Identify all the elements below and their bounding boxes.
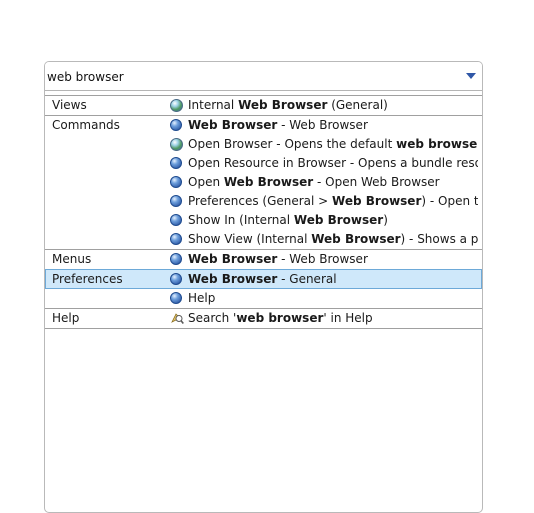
results-list: Views Internal Web Browser (General) Comma… xyxy=(45,95,482,329)
category-label: Help xyxy=(52,311,80,325)
result-row[interactable]: Open Resource in Browser - Opens a bundl… xyxy=(45,154,482,173)
list-bottom-divider xyxy=(45,328,482,329)
result-label: Preferences (General > Web Browser) - Op… xyxy=(188,192,478,211)
command-icon xyxy=(170,292,183,305)
result-row[interactable]: Show In (Internal Web Browser) xyxy=(45,211,482,230)
label-text: Open Resource in Browser - Opens a bundl… xyxy=(188,156,478,170)
result-row[interactable]: Preferences (General > Web Browser) - Op… xyxy=(45,192,482,211)
label-suffix-text: (General) xyxy=(327,98,388,112)
result-label: Web Browser - Web Browser xyxy=(188,116,478,135)
help-search-icon xyxy=(170,312,184,325)
label-suffix-text: ) - Shows a particu xyxy=(400,232,478,246)
result-row[interactable]: Views Internal Web Browser (General) xyxy=(45,95,482,115)
label-suffix-text: - Open Web Browser xyxy=(313,175,440,189)
label-text: Show In (Internal xyxy=(188,213,294,227)
chevron-down-icon[interactable] xyxy=(466,73,476,79)
result-label: Show In (Internal Web Browser) xyxy=(188,211,478,230)
label-text: Internal xyxy=(188,98,239,112)
command-icon xyxy=(170,214,183,227)
command-icon xyxy=(170,253,183,266)
result-row[interactable]: Menus Web Browser - Web Browser xyxy=(45,249,482,269)
result-row[interactable]: Open Browser - Opens the default web bro… xyxy=(45,135,482,154)
result-row[interactable]: Commands Web Browser - Web Browser xyxy=(45,115,482,135)
command-icon xyxy=(170,233,183,246)
result-label: Internal Web Browser (General) xyxy=(188,96,478,115)
label-text: Open xyxy=(188,175,224,189)
category-label: Preferences xyxy=(52,272,123,286)
globe-icon xyxy=(170,138,183,151)
result-label: Web Browser - General xyxy=(188,270,478,289)
label-match-text: Web Browser xyxy=(332,194,422,208)
command-icon xyxy=(170,176,183,189)
label-suffix-text: - Web Browser xyxy=(277,252,368,266)
label-match-text: Web Browser xyxy=(238,98,328,112)
label-match-text: Web Browser xyxy=(223,175,314,189)
label-suffix-text: - General xyxy=(277,272,337,286)
result-label: Search 'web browser' in Help xyxy=(188,309,478,328)
label-text: Search ' xyxy=(188,311,237,325)
result-label: Open Web Browser - Open Web Browser xyxy=(188,173,478,192)
globe-icon xyxy=(170,99,183,112)
label-match-text: web browser xyxy=(236,311,324,325)
label-match-text: web browser xyxy=(396,137,478,151)
result-row[interactable]: Preferences Web Browser - General xyxy=(45,269,482,289)
label-text: Show View (Internal xyxy=(188,232,312,246)
result-row[interactable]: Help Search 'web browser' in Help xyxy=(45,308,482,328)
category-label: Menus xyxy=(52,252,92,266)
result-label: Web Browser - Web Browser xyxy=(188,250,478,269)
result-row[interactable]: Show View (Internal Web Browser) - Shows… xyxy=(45,230,482,249)
command-icon xyxy=(170,195,183,208)
result-label: Open Browser - Opens the default web bro… xyxy=(188,135,478,154)
label-match-text: Web Browser xyxy=(188,272,278,286)
result-label: Show View (Internal Web Browser) - Shows… xyxy=(188,230,478,249)
label-suffix-text: - Web Browser xyxy=(277,118,368,132)
label-suffix-text: ) - Open the pre xyxy=(421,194,478,208)
command-icon xyxy=(170,273,183,286)
label-text: Open Browser - Opens the default xyxy=(188,137,397,151)
command-icon xyxy=(170,119,183,132)
label-text: Help xyxy=(188,291,216,305)
result-label: Help xyxy=(188,289,478,308)
search-input[interactable]: web browser xyxy=(47,70,124,84)
category-label: Views xyxy=(52,98,87,112)
label-match-text: Web Browser xyxy=(293,213,384,227)
category-label: Commands xyxy=(52,118,120,132)
command-icon xyxy=(170,157,183,170)
label-match-text: Web Browser xyxy=(188,118,278,132)
label-suffix-text: ) xyxy=(383,213,388,227)
result-row[interactable]: Open Web Browser - Open Web Browser xyxy=(45,173,482,192)
result-label: Open Resource in Browser - Opens a bundl… xyxy=(188,154,478,173)
label-text: Preferences (General > xyxy=(188,194,333,208)
label-suffix-text: ' in Help xyxy=(323,311,373,325)
quick-access-popup: web browser Views Internal Web Browser (G… xyxy=(44,61,483,513)
label-match-text: Web Browser xyxy=(188,252,278,266)
search-bar: web browser xyxy=(45,62,482,91)
result-row[interactable]: Help xyxy=(45,289,482,308)
label-match-text: Web Browser xyxy=(311,232,401,246)
